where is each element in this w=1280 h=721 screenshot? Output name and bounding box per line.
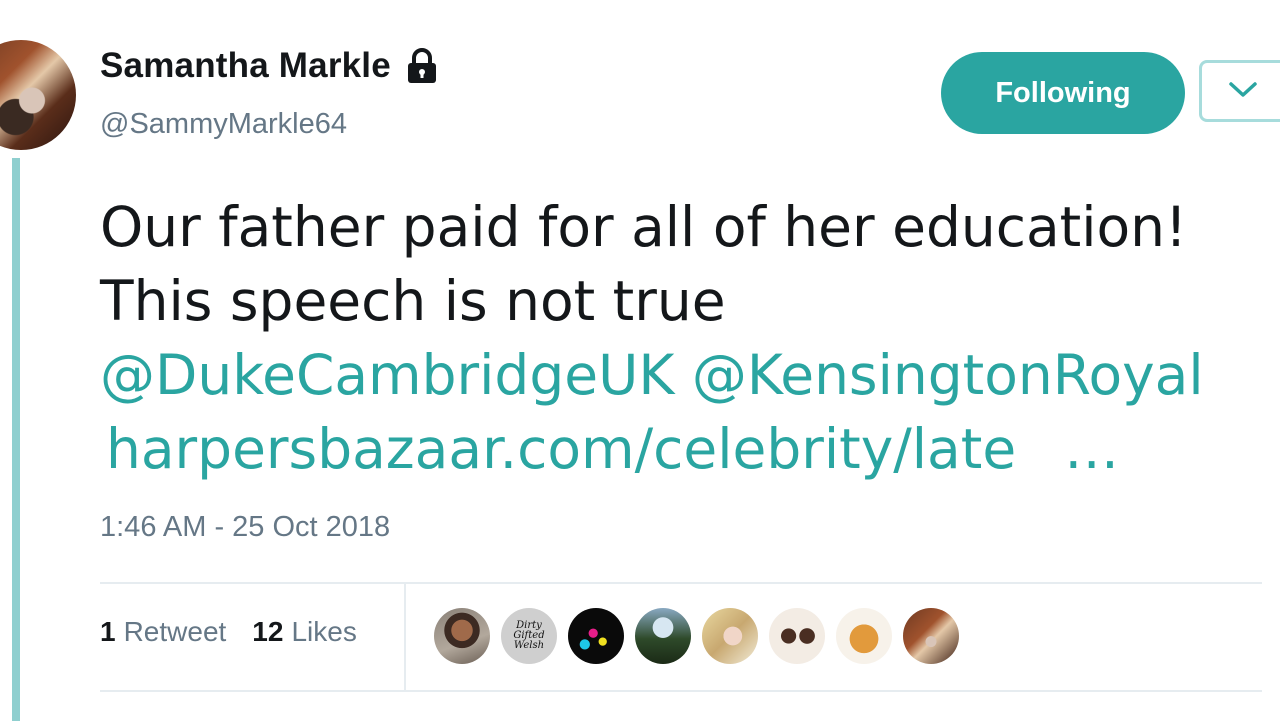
lock-icon: [405, 48, 439, 84]
more-options-button[interactable]: [1199, 60, 1280, 122]
tweet-stats: 1 Retweet 12 Likes: [100, 616, 357, 648]
avatar[interactable]: [0, 40, 76, 150]
link-ellipsis: …: [1064, 417, 1120, 481]
liker-avatar[interactable]: [769, 608, 825, 664]
liker-avatar-text: Dirty Gifted Welsh: [513, 620, 545, 651]
stats-separator: [404, 584, 406, 690]
tweet-text: Our father paid for all of her education…: [100, 190, 1260, 486]
liker-avatar[interactable]: [702, 608, 758, 664]
liker-avatar[interactable]: [635, 608, 691, 664]
liker-avatar[interactable]: Dirty Gifted Welsh: [501, 608, 557, 664]
divider: [100, 690, 1262, 692]
retweets-count: 1: [100, 616, 116, 647]
following-button[interactable]: Following: [941, 52, 1185, 134]
mention-dukecambridgeuk[interactable]: @DukeCambridgeUK: [100, 343, 674, 407]
retweets-stat[interactable]: 1 Retweet: [100, 616, 226, 648]
tweet-mentions-line: @DukeCambridgeUK @KensingtonRoyal: [100, 338, 1260, 412]
liker-avatar[interactable]: [434, 608, 490, 664]
chevron-down-icon: [1228, 79, 1258, 104]
mention-kensingtonroyal[interactable]: @KensingtonRoyal: [692, 343, 1204, 407]
liker-avatar[interactable]: [568, 608, 624, 664]
tweet-card: Samantha Markle @SammyMarkle64 Following…: [0, 0, 1280, 721]
thread-line: [12, 158, 20, 721]
likes-stat[interactable]: 12 Likes: [252, 616, 357, 648]
liker-avatar[interactable]: [836, 608, 892, 664]
display-name[interactable]: Samantha Markle: [100, 46, 391, 86]
tweet-timestamp[interactable]: 1:46 AM - 25 Oct 2018: [100, 511, 390, 544]
retweets-label: Retweet: [123, 616, 227, 647]
tweet-link-line: harpersbazaar.com/celebrity/late …: [100, 412, 1260, 486]
liker-avatar[interactable]: [903, 608, 959, 664]
likes-label: Likes: [291, 616, 357, 647]
liker-avatars: Dirty Gifted Welsh: [434, 608, 959, 664]
user-handle[interactable]: @SammyMarkle64: [100, 108, 347, 141]
likes-count: 12: [252, 616, 284, 647]
tweet-line-1: Our father paid for all of her education…: [100, 195, 1188, 259]
tweet-line-2: This speech is not true: [100, 269, 726, 333]
divider: [100, 582, 1262, 584]
name-row: Samantha Markle: [100, 46, 439, 86]
article-link[interactable]: harpersbazaar.com/celebrity/late: [106, 417, 1016, 481]
